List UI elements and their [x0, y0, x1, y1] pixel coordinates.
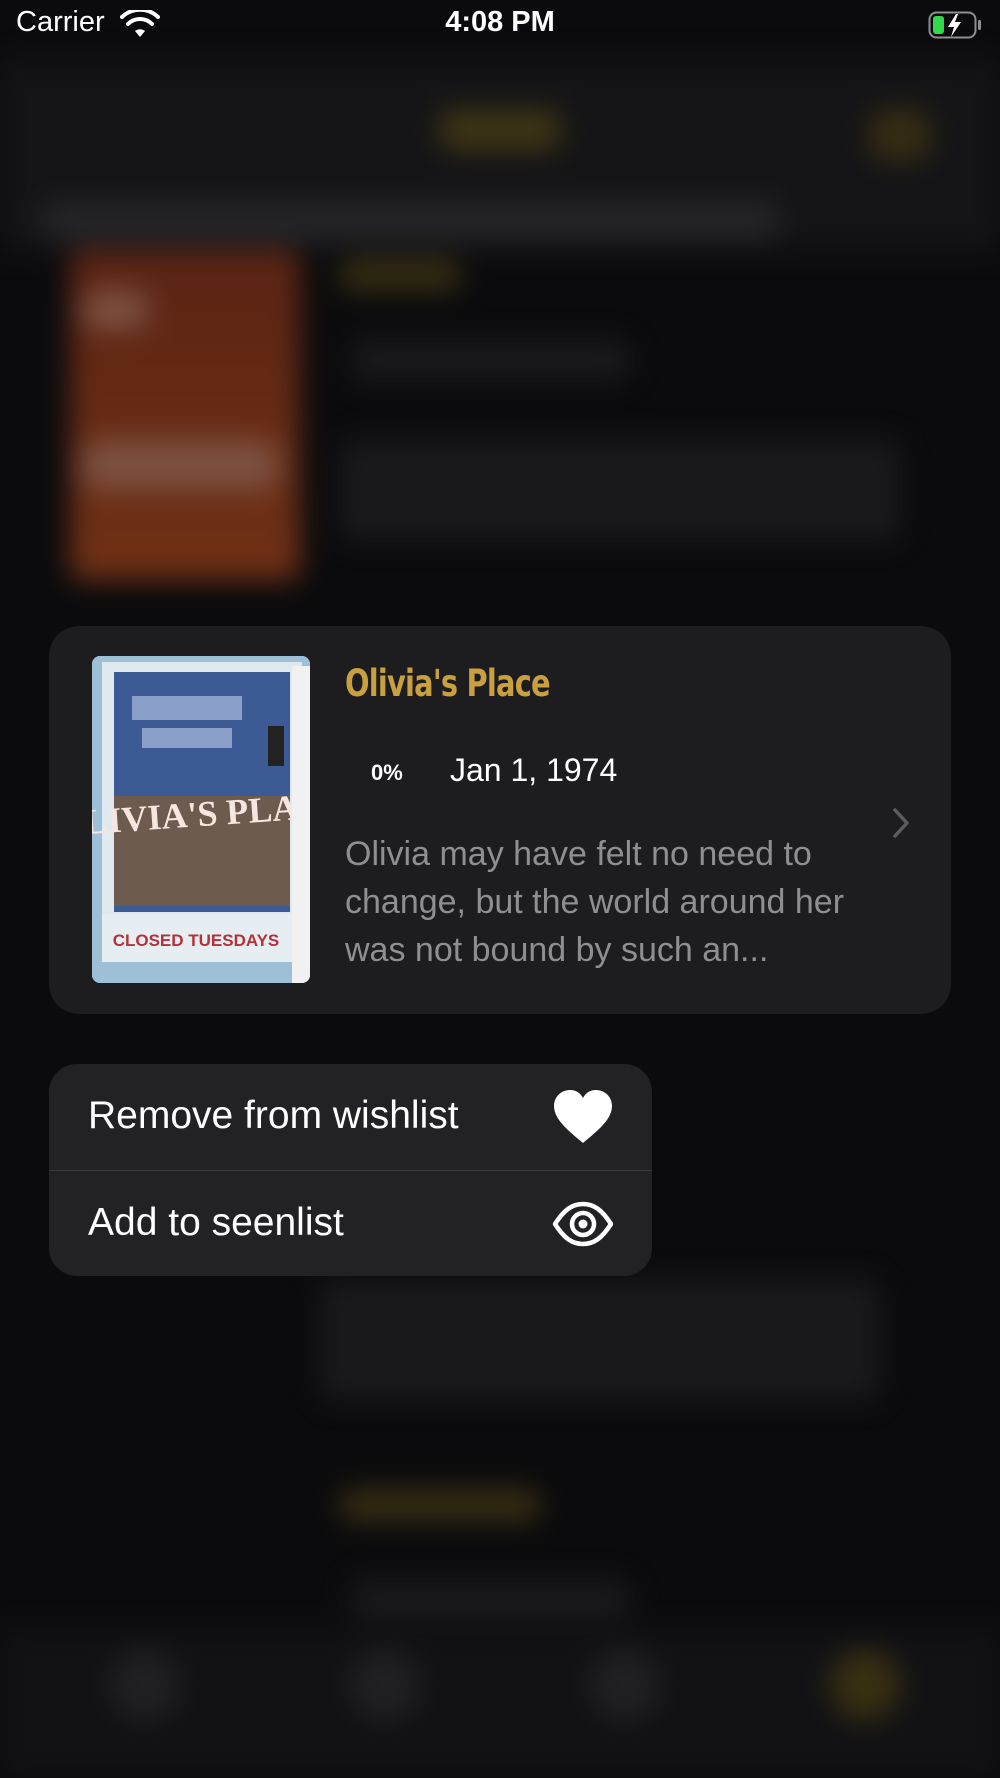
menu-item-label: Remove from wishlist: [88, 1094, 459, 1137]
score-badge: 0%: [371, 760, 403, 785]
battery-charging-icon: [928, 11, 981, 39]
release-date: Jan 1, 1974: [450, 752, 618, 788]
bg-title: [340, 1490, 540, 1520]
remove-from-wishlist-button[interactable]: Remove from wishlist: [49, 1064, 652, 1170]
bg-poster-text: [80, 290, 150, 330]
bg-search-bar: [40, 200, 780, 240]
bg-poster-text: [80, 440, 280, 490]
poster-image: OLIVIA'S PLACE CLOSED TUESDAYS: [92, 656, 310, 983]
poster-sub-text: CLOSED TUESDAYS: [113, 931, 280, 950]
bg-title: [340, 260, 460, 290]
bg-nav-title: [440, 110, 560, 150]
bg-tab-icon: [830, 1650, 900, 1720]
bg-line: [350, 340, 630, 380]
bg-line: [320, 1280, 880, 1400]
bg-line: [340, 440, 900, 540]
menu-item-label: Add to seenlist: [88, 1201, 344, 1244]
bg-tab-icon: [590, 1650, 660, 1720]
bg-line: [350, 1580, 630, 1620]
chevron-right-icon: [893, 808, 909, 838]
movie-title: Olivia's Place: [345, 662, 551, 705]
heart-icon: [554, 1090, 612, 1143]
bg-tab-icon: [110, 1650, 180, 1720]
movie-preview-card[interactable]: OLIVIA'S PLACE CLOSED TUESDAYS Olivia's …: [49, 626, 951, 1014]
bg-tab-icon: [350, 1650, 420, 1720]
status-time: 4:08 PM: [445, 6, 555, 38]
movie-description: Olivia may have felt no need to change, …: [345, 835, 845, 969]
bg-nav-button: [870, 110, 930, 160]
add-to-seenlist-button[interactable]: Add to seenlist: [49, 1170, 652, 1276]
movie-poster: OLIVIA'S PLACE CLOSED TUESDAYS: [92, 656, 310, 983]
eye-icon: [552, 1201, 614, 1247]
context-menu: Remove from wishlist Add to seenlist: [49, 1064, 652, 1276]
status-bar: Carrier 4:08 PM: [0, 0, 1000, 52]
